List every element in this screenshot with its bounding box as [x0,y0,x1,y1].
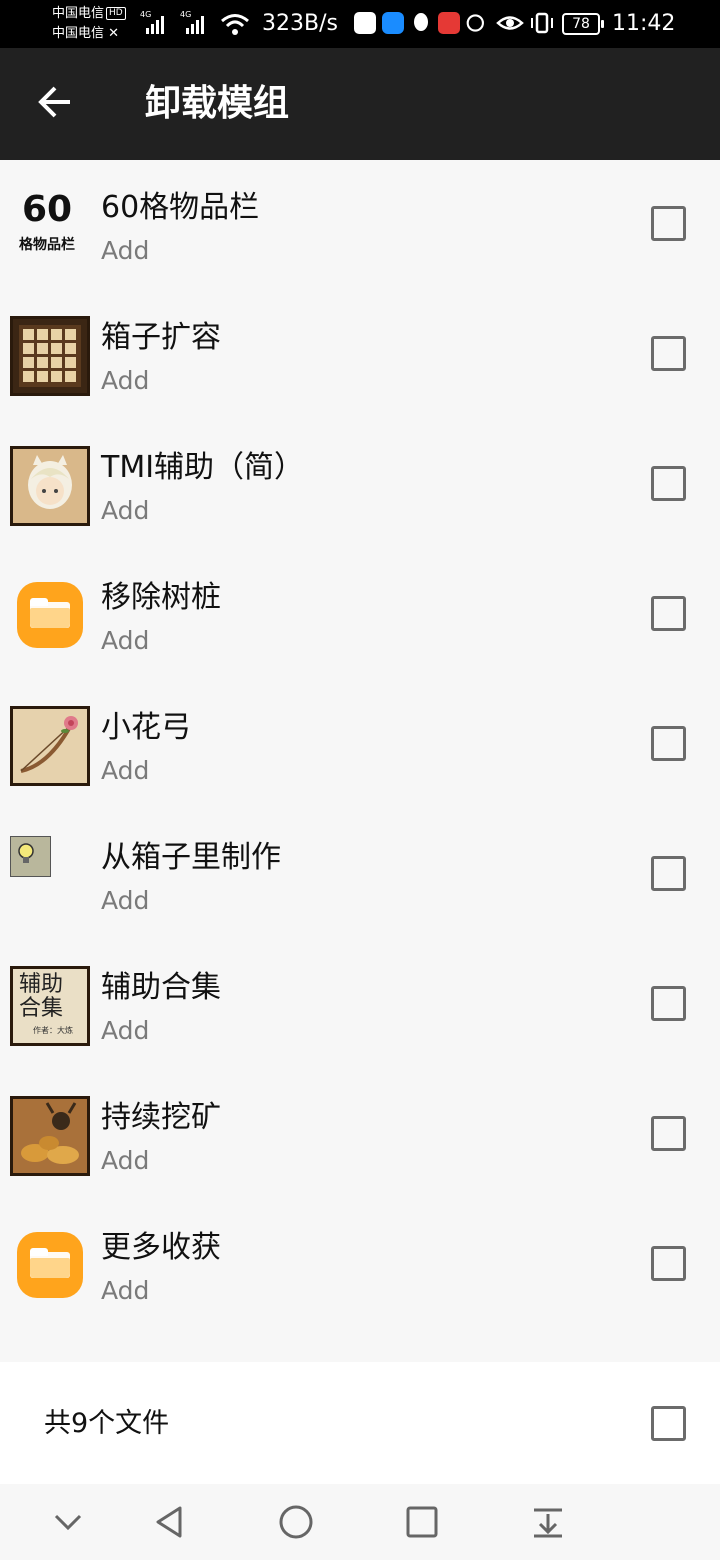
mod-name: TMI辅助（简） [101,450,305,485]
news-notification-icon [438,12,460,34]
mod-checkbox[interactable] [651,1246,686,1281]
mod-checkbox[interactable] [651,466,686,501]
mod-checkbox[interactable] [651,856,686,891]
list-item[interactable]: 持续挖矿 Add [0,1070,720,1200]
no-signal-icon: ✕ [108,26,120,41]
mod-checkbox[interactable] [651,206,686,241]
mod-checkbox[interactable] [651,1116,686,1151]
back-button[interactable] [28,74,84,130]
mod-name: 更多收获 [101,1230,221,1265]
mod-checkbox[interactable] [651,986,686,1021]
clock: 11:42 [612,11,676,36]
mod-checkbox[interactable] [651,596,686,631]
pull-down-icon[interactable] [528,1502,568,1542]
navigation-bar [0,1484,720,1560]
mod-status: Add [101,1016,150,1045]
list-item[interactable]: 60 格物品栏 60格物品栏 Add [0,160,720,290]
mod-name: 小花弓 [101,710,191,745]
mod-name: 从箱子里制作 [101,840,281,875]
vibrate-icon [531,12,553,34]
inventory-60-icon: 60 格物品栏 [19,189,75,253]
flower-bow-icon [10,706,90,786]
character-portrait-icon [10,446,90,526]
battery-icon: 78 [562,13,604,35]
mod-name: 持续挖矿 [101,1100,221,1135]
mod-status: Add [101,236,150,265]
folder-icon [17,582,83,648]
mod-checkbox[interactable] [651,336,686,371]
file-count-summary: 共9个文件 [44,1408,170,1439]
net-speed: 323B/s [262,11,338,36]
list-item[interactable]: 小花弓 Add [0,680,720,810]
list-item[interactable]: 更多收获 Add [0,1200,720,1330]
app-bar: 卸载模组 [0,48,720,160]
mining-icon [10,1096,90,1176]
hd-badge: HD [106,7,126,20]
mod-name: 60格物品栏 [101,190,260,225]
mod-checkbox[interactable] [651,726,686,761]
status-bar: 中国电信 HD 中国电信 ✕ 4G 4G 323B/s 78 11:42 [0,0,720,48]
mod-name: 箱子扩容 [101,320,221,355]
mod-status: Add [101,1146,150,1175]
mod-list: 60 格物品栏 60格物品栏 Add 箱子扩容 Add TMI辅助（简） Add… [0,160,720,1330]
recents-square-icon[interactable] [402,1502,442,1542]
page-title: 卸载模组 [145,83,290,124]
select-all-checkbox[interactable] [651,1406,686,1441]
mod-status: Add [101,366,150,395]
mod-status: Add [101,496,150,525]
eye-comfort-icon [496,16,524,30]
list-item[interactable]: 箱子扩容 Add [0,290,720,420]
mod-status: Add [101,886,150,915]
back-triangle-icon[interactable] [150,1502,190,1542]
mod-name: 辅助合集 [101,970,221,1005]
mod-status: Add [101,626,150,655]
list-item[interactable]: 辅助 合集 作者：大炼 辅助合集 Add [0,940,720,1070]
helper-collection-icon: 辅助 合集 作者：大炼 [10,966,90,1046]
lightbulb-icon [10,836,51,877]
home-circle-icon[interactable] [276,1502,316,1542]
browser-notification-icon [382,12,404,34]
carrier-2: 中国电信 [52,26,105,41]
folder-icon [17,1232,83,1298]
nfc-icon [466,14,484,32]
wifi-icon [221,14,249,35]
carrier-1: 中国电信 [52,6,105,21]
chevron-down-icon[interactable] [48,1502,88,1542]
huawei-notification-icon [354,12,376,34]
list-item[interactable]: TMI辅助（简） Add [0,420,720,550]
list-item[interactable]: 从箱子里制作 Add [0,810,720,940]
arrow-left-icon [38,86,70,118]
mod-status: Add [101,756,150,785]
qq-icon [414,13,428,31]
mod-name: 移除树桩 [101,580,221,615]
carrier-info: 中国电信 HD 中国电信 ✕ [52,4,126,44]
chest-grid-icon [10,316,90,396]
mod-status: Add [101,1276,150,1305]
list-item[interactable]: 移除树桩 Add [0,550,720,680]
footer-bar: 共9个文件 [0,1362,720,1484]
